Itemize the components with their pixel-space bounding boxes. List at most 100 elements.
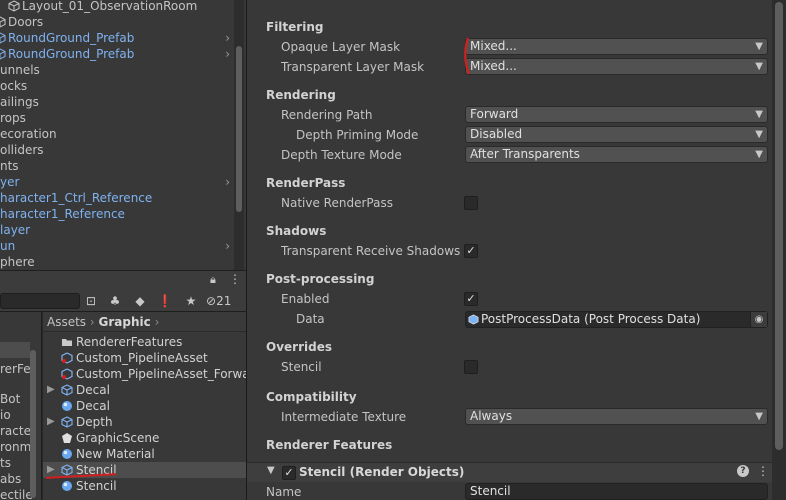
hierarchy-item-label: yer: [0, 175, 20, 189]
scrollbar-thumb[interactable]: [775, 2, 783, 450]
project-asset-item[interactable]: Stencil: [43, 478, 246, 494]
hierarchy-scrollbar[interactable]: [234, 0, 244, 270]
chevron-down-icon: ▼: [755, 109, 763, 120]
inspector-scrollbar[interactable]: [772, 0, 786, 500]
hierarchy-item[interactable]: rops: [0, 110, 232, 126]
warning-icon[interactable]: ❗: [156, 292, 174, 310]
project-search-input[interactable]: [0, 293, 80, 309]
opaque-layer-mask-label: Opaque Layer Mask: [281, 40, 401, 54]
material-icon: [62, 401, 72, 411]
chevron-down-icon: ▼: [755, 41, 763, 52]
overrides-stencil-label: Stencil: [281, 360, 322, 374]
hierarchy-item[interactable]: haracter1_Reference: [0, 206, 232, 222]
chevron-right-icon[interactable]: ›: [225, 174, 230, 190]
hierarchy-item[interactable]: nts: [0, 158, 232, 174]
transparent-layer-mask-dropdown[interactable]: Mixed... ▼: [465, 58, 768, 75]
label-tag-icon[interactable]: ◆: [131, 292, 149, 310]
depth-priming-mode-dropdown[interactable]: Disabled ▼: [465, 126, 768, 143]
post-process-data-field[interactable]: PostProcessData (Post Process Data) ◉: [465, 311, 768, 328]
feature-name-field[interactable]: Stencil: [465, 483, 768, 500]
project-asset-label: Stencil: [76, 479, 117, 493]
render-objects-feature-header[interactable]: ▼ ✓ Stencil (Render Objects) ? ⋮: [247, 462, 772, 482]
shadows-header: Shadows: [266, 224, 327, 238]
hierarchy-item[interactable]: yer ›: [0, 174, 232, 190]
filter-by-label-icon[interactable]: ♣: [106, 292, 124, 310]
hierarchy-item[interactable]: ecoration: [0, 126, 232, 142]
foldout-arrow-icon[interactable]: ▶: [47, 382, 55, 398]
project-asset-label: Decal: [76, 383, 110, 397]
help-icon[interactable]: ?: [737, 465, 749, 477]
project-asset-item[interactable]: GraphicScene: [43, 430, 246, 446]
hierarchy-item[interactable]: olliders: [0, 142, 232, 158]
breadcrumb: Assets › Graphic ›: [43, 312, 246, 332]
foldout-arrow-icon[interactable]: ▶: [47, 414, 55, 430]
chevron-down-icon: ▼: [755, 149, 763, 160]
hierarchy-panel: Layout_01_ObservationRoom Doors RoundGroun…: [0, 0, 246, 270]
hierarchy-item-label: RoundGround_Prefab: [8, 31, 135, 45]
native-renderpass-checkbox[interactable]: [464, 196, 478, 210]
project-asset-item[interactable]: RendererFeatures: [43, 334, 246, 350]
hidden-count: 21: [216, 294, 232, 308]
transparent-layer-mask-value: Mixed...: [470, 59, 517, 73]
scene-icon: [62, 433, 72, 443]
more-options-icon[interactable]: ⋮: [757, 464, 769, 478]
hierarchy-item[interactable]: layer: [0, 222, 232, 238]
intermediate-texture-dropdown[interactable]: Always ▼: [465, 408, 768, 425]
scriptable-object-icon: [468, 314, 479, 325]
project-asset-label: RendererFeatures: [76, 335, 183, 349]
hidden-packages-toggle[interactable]: ⊘21: [206, 292, 231, 310]
folder-tree-scrollbar[interactable]: [30, 350, 36, 498]
gameobject-cube-icon: [0, 16, 6, 28]
search-by-type-icon[interactable]: ⊡: [82, 292, 100, 310]
transparent-receive-shadows-checkbox[interactable]: ✓: [464, 244, 478, 258]
hierarchy-item[interactable]: ailings: [0, 94, 232, 110]
favorite-star-icon[interactable]: ★: [182, 292, 200, 310]
post-processing-enabled-checkbox[interactable]: ✓: [464, 292, 478, 306]
object-picker-icon[interactable]: ◉: [750, 312, 767, 327]
scrollbar-thumb[interactable]: [236, 46, 242, 212]
hierarchy-item[interactable]: RoundGround_Prefab ›: [0, 30, 232, 46]
depth-texture-mode-dropdown[interactable]: After Transparents ▼: [465, 146, 768, 163]
hierarchy-item[interactable]: ocks: [0, 78, 232, 94]
hierarchy-item[interactable]: un ›: [0, 238, 232, 254]
overrides-stencil-checkbox[interactable]: [464, 360, 478, 374]
prefab-cube-icon: [0, 48, 6, 60]
chevron-right-icon[interactable]: ›: [225, 30, 230, 46]
feature-title: Stencil (Render Objects): [299, 465, 465, 479]
foldout-arrow-icon[interactable]: ▼: [267, 465, 275, 476]
hierarchy-item-label: Layout_01_ObservationRoom: [22, 0, 198, 13]
renderer-features-header: Renderer Features: [266, 438, 393, 452]
project-asset-label: GraphicScene: [76, 431, 160, 445]
chevron-right-icon[interactable]: ›: [225, 46, 230, 62]
project-asset-item[interactable]: Custom_PipelineAsset_Forwar: [43, 366, 246, 382]
breadcrumb-graphic[interactable]: Graphic: [99, 315, 151, 329]
prefab-cube-icon: [0, 32, 6, 44]
project-asset-item[interactable]: ▶ Depth: [43, 414, 246, 430]
chevron-right-icon[interactable]: ›: [225, 238, 230, 254]
feature-name-label: Name: [266, 485, 302, 499]
feature-enabled-checkbox[interactable]: ✓: [282, 466, 296, 480]
hierarchy-item[interactable]: phere: [0, 254, 232, 270]
hierarchy-item-label: ocks: [0, 79, 28, 93]
breadcrumb-assets[interactable]: Assets: [47, 315, 86, 329]
rendering-path-label: Rendering Path: [281, 108, 373, 122]
project-asset-item[interactable]: New Material: [43, 446, 246, 462]
hierarchy-item[interactable]: Layout_01_ObservationRoom: [0, 0, 232, 14]
hierarchy-item[interactable]: RoundGround_Prefab ›: [0, 46, 232, 62]
project-asset-item[interactable]: Decal: [43, 398, 246, 414]
rendering-path-dropdown[interactable]: Forward ▼: [465, 106, 768, 123]
transparent-receive-shadows-label: Transparent Receive Shadows: [281, 244, 461, 258]
hierarchy-item[interactable]: haracter1_Ctrl_Reference: [0, 190, 232, 206]
lock-icon[interactable]: 🔒︎: [210, 273, 216, 287]
project-asset-item[interactable]: Custom_PipelineAsset: [43, 350, 246, 366]
hierarchy-item-label: haracter1_Ctrl_Reference: [0, 191, 153, 205]
more-options-icon[interactable]: ⋮: [229, 272, 241, 286]
hierarchy-item[interactable]: unnels: [0, 62, 232, 78]
opaque-layer-mask-dropdown[interactable]: Mixed... ▼: [465, 38, 768, 55]
depth-priming-mode-label: Depth Priming Mode: [296, 128, 419, 142]
hierarchy-item[interactable]: Doors: [0, 14, 232, 30]
project-asset-item[interactable]: ▶ Decal: [43, 382, 246, 398]
native-renderpass-label: Native RenderPass: [281, 196, 393, 210]
hierarchy-item-label: layer: [0, 223, 31, 237]
post-processing-enabled-label: Enabled: [281, 292, 330, 306]
